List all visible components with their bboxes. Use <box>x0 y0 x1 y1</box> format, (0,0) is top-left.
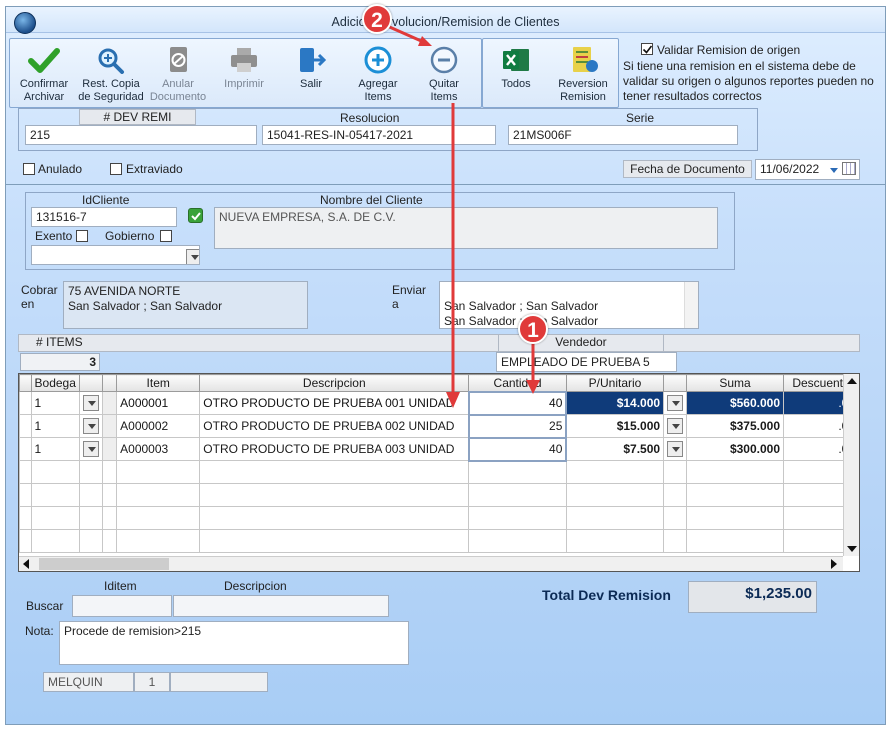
remove-items-arrowhead <box>446 392 460 408</box>
callout-one-arrowhead <box>526 380 540 394</box>
callout-badge-two: 2 <box>362 4 392 34</box>
annotation-overlay <box>384 23 540 408</box>
callout-two-arrowhead <box>418 36 432 46</box>
callout-badge-one: 1 <box>518 314 548 344</box>
